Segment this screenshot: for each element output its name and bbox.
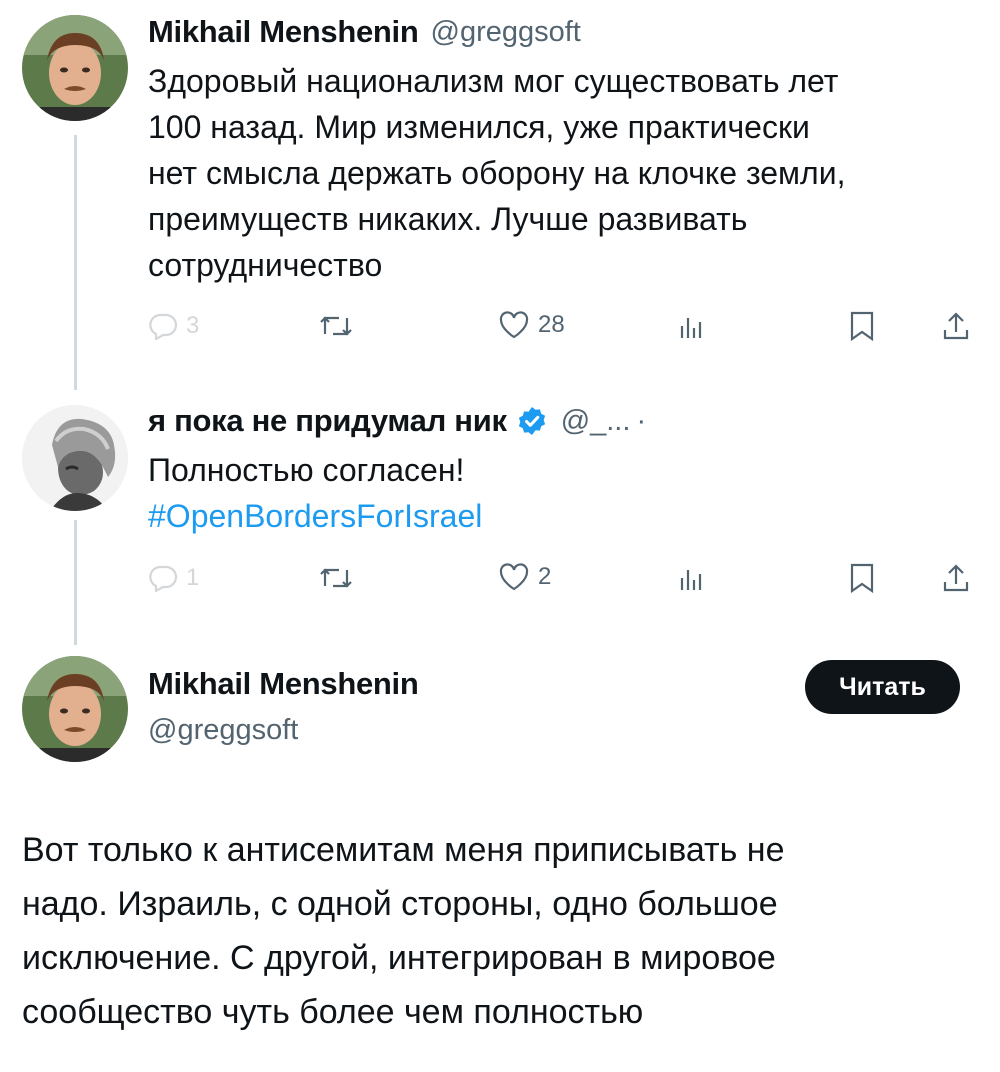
author-name[interactable]: я пока не придумал ник — [148, 403, 507, 439]
bookmark-icon — [850, 311, 874, 342]
share-button[interactable] — [940, 310, 972, 342]
retweet-icon — [320, 316, 352, 336]
thread-line — [74, 135, 77, 390]
heart-icon — [499, 563, 529, 591]
retweet-icon — [320, 568, 352, 588]
retweet-button[interactable] — [318, 312, 354, 340]
text-line: сообщество чуть более чем полностью — [22, 993, 644, 1031]
text-line: 100 назад. Мир изменился, уже практическ… — [148, 109, 810, 145]
hashtag-link[interactable]: #OpenBordersForIsrael — [148, 493, 978, 539]
author-name[interactable]: Mikhail Menshenin — [148, 666, 419, 702]
heart-icon — [499, 311, 529, 339]
reply-count: 1 — [186, 564, 200, 591]
text-line: Вот только к антисемитам меня приписыват… — [22, 831, 785, 869]
reply-icon — [149, 313, 178, 340]
author-handle[interactable]: @_... — [561, 405, 631, 438]
share-button[interactable] — [940, 562, 972, 594]
bookmark-button[interactable] — [848, 310, 876, 342]
like-button[interactable]: 2 — [498, 562, 551, 592]
tweet-text: Здоровый национализм мог существовать ле… — [148, 58, 978, 288]
text-line: Полностью согласен! — [148, 452, 465, 488]
text-line: нет смысла держать оборону на клочке зем… — [148, 155, 846, 191]
like-button[interactable]: 28 — [498, 310, 565, 340]
text-line: преимуществ никаких. Лучше развивать — [148, 201, 748, 237]
share-icon — [943, 312, 969, 340]
text-line: исключение. С другой, интегрирован в мир… — [22, 939, 776, 977]
author-name[interactable]: Mikhail Menshenin — [148, 14, 419, 50]
avatar[interactable] — [22, 656, 128, 762]
views-button[interactable] — [676, 312, 706, 340]
action-bar: 1 2 — [148, 560, 978, 600]
follow-button[interactable]: Читать — [805, 660, 960, 714]
bookmark-icon — [850, 563, 874, 594]
text-line: надо. Израиль, с одной стороны, одно бол… — [22, 885, 778, 923]
action-bar: 3 28 — [148, 308, 978, 348]
reply-button[interactable]: 3 — [148, 312, 199, 340]
separator-dot: · — [636, 404, 647, 437]
author-handle[interactable]: @greggsoft — [431, 16, 581, 49]
share-icon — [943, 564, 969, 592]
bookmark-button[interactable] — [848, 562, 876, 594]
avatar[interactable] — [22, 405, 128, 511]
text-line: сотрудничество — [148, 247, 383, 283]
reply-button[interactable]: 1 — [148, 564, 199, 592]
avatar[interactable] — [22, 15, 128, 121]
text-line: Здоровый национализм мог существовать ле… — [148, 63, 839, 99]
tweet-text: Полностью согласен! #OpenBordersForIsrae… — [148, 447, 978, 539]
tweet-text: Вот только к антисемитам меня приписыват… — [22, 823, 982, 1039]
views-button[interactable] — [676, 564, 706, 592]
author-handle[interactable]: @greggsoft — [148, 714, 298, 747]
reply-count: 3 — [186, 312, 200, 339]
views-icon — [680, 318, 702, 338]
views-icon — [680, 570, 702, 590]
thread-line — [74, 520, 77, 645]
like-count: 2 — [538, 563, 552, 590]
reply-icon — [149, 565, 178, 592]
retweet-button[interactable] — [318, 564, 354, 592]
verified-badge-icon — [518, 407, 545, 435]
like-count: 28 — [538, 311, 565, 338]
